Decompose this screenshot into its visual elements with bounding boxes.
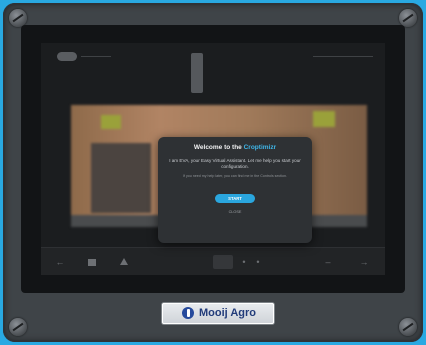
screen-bezel: ← • • – → Welcome to the Croptimizr I am… [21,25,405,293]
welcome-dialog: Welcome to the Croptimizr I am EVA, your… [158,137,312,243]
page-selector[interactable] [213,255,233,269]
dialog-hint-text: If you need my help later, you can find … [182,174,288,178]
touch-screen: ← • • – → Welcome to the Croptimizr I am… [41,43,385,275]
hmi-device: ← • • – → Welcome to the Croptimizr I am… [3,3,423,342]
dialog-title-brand: Croptimizr [243,144,277,151]
alert-icon[interactable] [119,257,129,267]
brand-nameplate: Mooij Agro [162,303,274,324]
dot-icon: • [256,257,260,267]
minus-icon[interactable]: – [323,257,333,267]
header-divider [313,56,373,57]
mooij-agro-logo-icon [182,307,194,319]
dot-icon: • [242,257,246,267]
sensor-marker [313,111,335,127]
close-button[interactable]: CLOSE [215,208,255,216]
sensor-marker [101,115,121,129]
forward-arrow-icon[interactable]: → [359,257,369,267]
nameplate-label: Mooij Agro [199,307,257,319]
screw-icon [9,318,27,336]
dialog-title-prefix: Welcome to the [193,144,244,151]
header-divider [81,56,111,57]
start-button[interactable]: START [215,194,255,203]
app-logo-icon [57,52,77,61]
home-icon[interactable] [87,257,97,267]
app-header [41,43,385,93]
equipment-panel [91,143,151,213]
back-arrow-icon[interactable]: ← [55,257,65,267]
dialog-title: Welcome to the Croptimizr [158,144,312,151]
status-badge [191,53,203,93]
dialog-intro-text: I am EVA, your Easy Virtual Assistant. L… [169,158,301,169]
screw-icon [399,318,417,336]
bottom-navigation: ← • • – → [41,247,385,275]
